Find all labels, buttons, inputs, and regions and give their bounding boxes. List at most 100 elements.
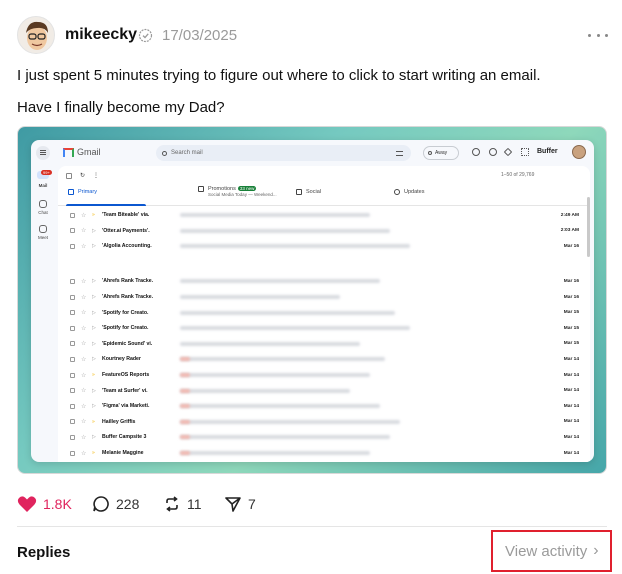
email-sender: 'Otter.ai Payments'. bbox=[102, 227, 150, 234]
row-checkbox bbox=[70, 294, 75, 300]
email-row: ☆ ▷ 'Otter.ai Payments'. 2:03 AM bbox=[58, 223, 583, 239]
share-button[interactable]: 7 bbox=[224, 494, 256, 514]
star-icon: ☆ bbox=[81, 450, 87, 457]
importance-icon: » bbox=[92, 372, 95, 378]
apps-icon bbox=[521, 148, 529, 156]
email-row: ☆ ▷ 'Ahrefs Rank Tracke. Mar 16 bbox=[58, 289, 583, 305]
status-chip: Away bbox=[423, 146, 459, 160]
author-name[interactable]: mikeecky bbox=[65, 26, 137, 44]
email-sender: FeatureOS Reports bbox=[102, 372, 150, 378]
star-icon: ☆ bbox=[81, 388, 87, 395]
email-sender: 'Spotify for Creato. bbox=[102, 325, 149, 332]
email-preview-blurred bbox=[180, 373, 370, 377]
filter-icon bbox=[396, 150, 403, 156]
email-date: Mar 14 bbox=[563, 419, 579, 425]
tab-social: Social bbox=[296, 189, 321, 195]
post-image[interactable]: Gmail Search mail Away Buffer 99+ Mail C… bbox=[17, 126, 607, 474]
email-preview-blurred bbox=[180, 213, 370, 217]
tab-primary-label: Primary bbox=[78, 189, 97, 195]
star-icon: ☆ bbox=[81, 294, 87, 301]
row-checkbox bbox=[70, 310, 75, 316]
email-sender: 'Spotify for Creato. bbox=[102, 309, 149, 316]
email-preview-blurred bbox=[180, 279, 380, 284]
email-row: ☆ ▷ 'Epidemic Sound' vi. Mar 15 bbox=[58, 336, 583, 352]
menu-icon bbox=[36, 146, 50, 160]
email-date: Mar 16 bbox=[563, 294, 579, 300]
email-preview-blurred bbox=[180, 451, 370, 455]
tab-primary: Primary bbox=[68, 189, 97, 195]
avatar[interactable] bbox=[17, 16, 55, 54]
email-sender: 'Team at Surfer' vi. bbox=[102, 387, 148, 394]
importance-icon: ▷ bbox=[92, 309, 96, 316]
row-checkbox bbox=[70, 325, 75, 331]
unread-badge: 99+ bbox=[41, 170, 52, 175]
email-row: ☆ ▷ 'Ahrefs Rank Tracke. Mar 16 bbox=[58, 273, 583, 289]
email-row: ☆ ▷ 'Algolia Accounting. Mar 16 bbox=[58, 238, 583, 254]
select-all-checkbox bbox=[66, 172, 72, 179]
importance-icon: ▷ bbox=[92, 227, 96, 234]
email-preview-blurred bbox=[180, 435, 390, 440]
importance-icon: ▷ bbox=[92, 434, 96, 441]
importance-icon: » bbox=[92, 212, 95, 218]
star-icon: ☆ bbox=[81, 434, 87, 441]
repost-count: 11 bbox=[187, 496, 202, 512]
rail-meet-label: Meet bbox=[37, 235, 48, 240]
inbox-pane: ↻ ⋮ 1–50 of 29,769 Primary Promotions 33 … bbox=[58, 166, 590, 462]
video-icon bbox=[39, 225, 47, 233]
email-date: Mar 14 bbox=[563, 372, 579, 378]
row-checkbox bbox=[70, 388, 75, 394]
importance-icon: ▷ bbox=[92, 403, 96, 410]
email-label-blurred bbox=[180, 419, 190, 424]
view-activity-button[interactable]: View activity › bbox=[491, 530, 612, 572]
row-checkbox bbox=[70, 372, 75, 378]
repost-button[interactable]: 11 bbox=[163, 494, 202, 514]
more-options-icon[interactable] bbox=[588, 27, 608, 43]
email-sender: Kourtney Rader bbox=[102, 356, 141, 363]
email-date: Mar 15 bbox=[563, 310, 579, 316]
email-sender: Hailley Griffis bbox=[102, 418, 136, 425]
row-checkbox bbox=[70, 278, 75, 284]
email-preview-blurred bbox=[180, 357, 385, 362]
settings-icon bbox=[489, 148, 497, 156]
email-date: Mar 14 bbox=[563, 356, 579, 362]
inbox-toolbar: ↻ ⋮ bbox=[66, 172, 99, 179]
scrollbar bbox=[587, 197, 590, 257]
email-preview-blurred bbox=[180, 310, 395, 315]
tab-updates-label: Updates bbox=[404, 189, 425, 195]
verified-icon bbox=[138, 28, 153, 43]
help-icon bbox=[472, 148, 480, 156]
repost-icon bbox=[166, 496, 178, 512]
view-activity-label: View activity bbox=[505, 542, 588, 560]
email-label-blurred bbox=[180, 388, 190, 393]
star-icon: ☆ bbox=[81, 325, 87, 332]
email-preview-blurred bbox=[180, 244, 410, 249]
importance-icon: ▷ bbox=[92, 243, 96, 250]
email-row: ☆ » Hailley Griffis Mar 14 bbox=[58, 414, 583, 430]
like-button[interactable]: 1.8K bbox=[17, 494, 72, 514]
importance-icon: ▷ bbox=[92, 340, 96, 347]
gmail-logo: Gmail bbox=[63, 147, 101, 157]
email-date: Mar 15 bbox=[563, 341, 579, 347]
post-text-line-1: I just spent 5 minutes trying to figure … bbox=[17, 67, 541, 84]
email-label-blurred bbox=[180, 373, 190, 377]
email-preview-blurred bbox=[180, 388, 350, 393]
divider bbox=[17, 526, 607, 527]
tab-social-label: Social bbox=[306, 189, 321, 195]
gmail-screenshot: Gmail Search mail Away Buffer 99+ Mail C… bbox=[31, 140, 594, 462]
email-row: ☆ ▷ 'Team at Surfer' vi. Mar 14 bbox=[58, 383, 583, 399]
email-date: Mar 14 bbox=[563, 450, 579, 456]
row-checkbox bbox=[70, 243, 75, 249]
search-icon bbox=[162, 150, 167, 156]
info-icon bbox=[394, 189, 400, 195]
email-date: Mar 15 bbox=[563, 325, 579, 331]
email-row: ☆ ▷ Buffer Campsite 3 Mar 14 bbox=[58, 429, 583, 445]
email-row: ☆ ▷ 'Spotify for Creato. Mar 15 bbox=[58, 305, 583, 321]
post-timestamp[interactable]: 17/03/2025 bbox=[162, 27, 237, 44]
email-label-blurred bbox=[180, 451, 190, 455]
reply-button[interactable]: 228 bbox=[92, 494, 139, 514]
row-checkbox bbox=[70, 450, 75, 456]
email-preview-blurred bbox=[180, 419, 400, 424]
chat-icon bbox=[39, 200, 47, 208]
gmail-search-bar: Search mail bbox=[156, 145, 411, 161]
star-icon: ☆ bbox=[81, 243, 87, 250]
